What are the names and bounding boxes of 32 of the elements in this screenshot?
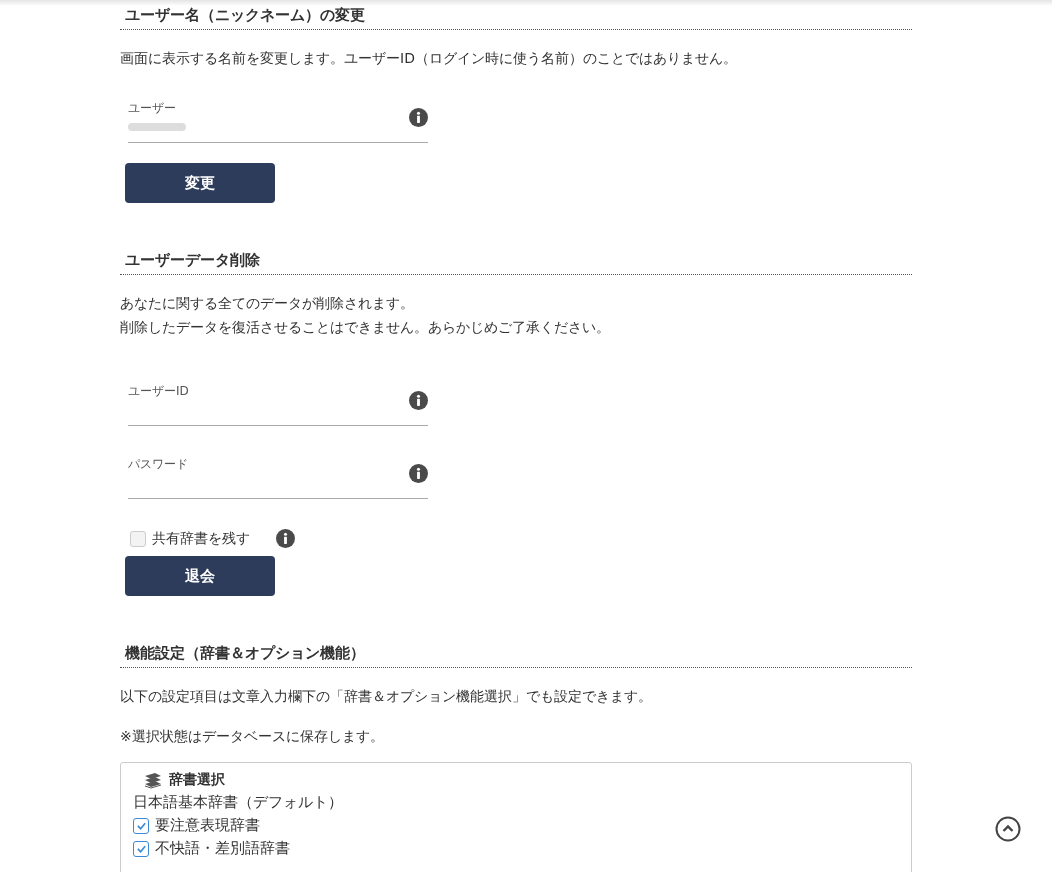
- info-icon[interactable]: [409, 391, 428, 410]
- submit-button[interactable]: 退会: [125, 556, 275, 596]
- description-text: 以下の設定項目は文章入力欄下の「辞書＆オプション機能選択」でも設定できます。: [120, 687, 653, 706]
- section-title: ユーザーデータ削除: [120, 251, 912, 275]
- input-field[interactable]: ユーザー: [128, 90, 428, 143]
- description-text: 削除したデータを復活させることはできません。あらかじめご了承ください。: [120, 318, 611, 337]
- checkbox-label: 不快語・差別語辞書: [155, 839, 290, 858]
- check-icon: [135, 820, 147, 831]
- checkbox-label: 共有辞書を残す: [152, 529, 250, 548]
- input-field[interactable]: ユーザーID: [128, 373, 428, 426]
- checkbox-label: 要注意表現辞書: [155, 816, 260, 835]
- scroll-top-button[interactable]: [995, 816, 1021, 842]
- description-text: 画面に表示する名前を変更します。ユーザーID（ログイン時に使う名前）のことではありません。: [120, 49, 738, 68]
- description-text: あなたに関する全てのデータが削除されます。: [120, 294, 415, 313]
- checkbox[interactable]: [130, 530, 146, 547]
- field-label: ユーザー: [128, 99, 177, 117]
- panel-heading: 辞書選択: [169, 771, 225, 789]
- check-icon: [135, 843, 147, 854]
- info-icon[interactable]: [276, 529, 295, 548]
- field-label: パスワード: [128, 455, 189, 473]
- description-text: ※選択状態はデータベースに保存します。: [120, 727, 385, 746]
- field-label: ユーザーID: [128, 382, 190, 400]
- books-icon: [143, 771, 163, 789]
- submit-button[interactable]: 変更: [125, 163, 275, 203]
- info-icon[interactable]: [409, 464, 428, 483]
- section-title: 機能設定（辞書＆オプション機能）: [120, 644, 912, 668]
- input-field[interactable]: パスワード: [128, 446, 428, 499]
- checkbox[interactable]: [133, 817, 149, 834]
- checkbox[interactable]: [133, 840, 149, 857]
- dictionary-name: 日本語基本辞書（デフォルト）: [133, 793, 344, 812]
- section-title: ユーザー名（ニックネーム）の変更: [120, 6, 912, 30]
- info-icon[interactable]: [409, 108, 428, 127]
